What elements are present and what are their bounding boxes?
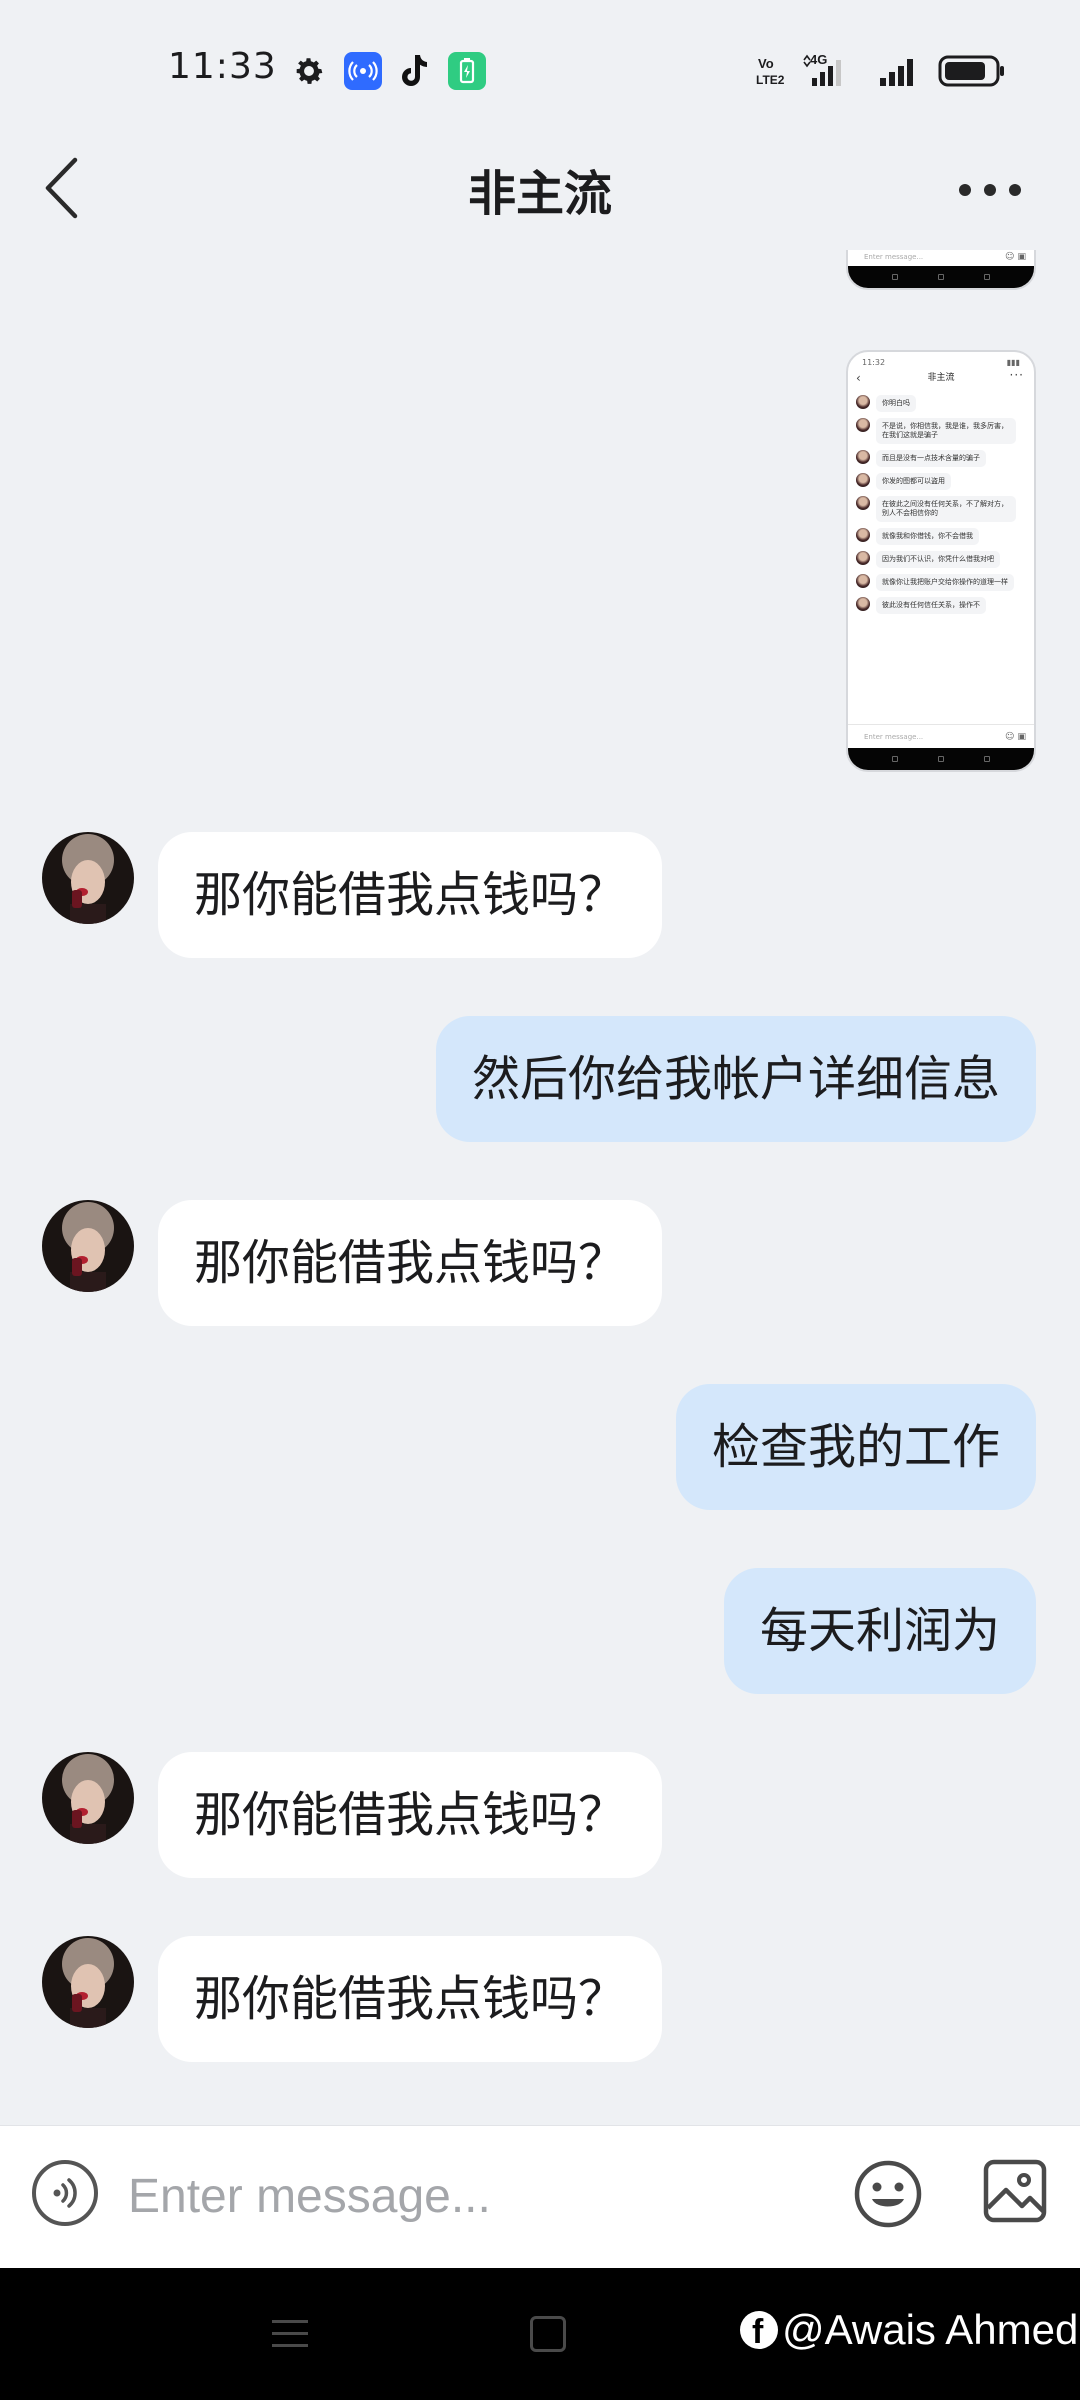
emoji-button[interactable] bbox=[852, 2158, 924, 2230]
mini-avatar bbox=[856, 418, 870, 432]
avatar[interactable] bbox=[42, 1752, 134, 1844]
mini-message: 就像我和你借钱，你不会借我 bbox=[856, 528, 1026, 545]
volte-icon: Vo LTE2 bbox=[756, 56, 785, 87]
voice-icon bbox=[53, 2178, 77, 2208]
watermark: f @Awais Ahmed bbox=[740, 2306, 1078, 2354]
mini-title: 非主流 bbox=[927, 373, 955, 383]
mini-message: 在彼此之间没有任何关系，不了解对方，别人不会相信你的 bbox=[856, 496, 1026, 522]
mini-emoji-icon: ☺ ▣ bbox=[1004, 251, 1026, 262]
svg-text:4G: 4G bbox=[810, 52, 827, 67]
mini-bubble: 彼此没有任何信任关系，操作不 bbox=[876, 597, 986, 614]
mini-message: 彼此没有任何信任关系，操作不 bbox=[856, 597, 1026, 614]
mini-input-bar: Enter message... ☺ ▣ bbox=[848, 724, 1034, 748]
home-button[interactable] bbox=[530, 2316, 566, 2352]
chat-title: 非主流 bbox=[467, 166, 612, 222]
mini-bubble: 在彼此之间没有任何关系，不了解对方，别人不会相信你的 bbox=[876, 496, 1016, 522]
more-dots-icon bbox=[959, 184, 1021, 196]
mini-avatar bbox=[856, 395, 870, 409]
mini-avatar bbox=[856, 551, 870, 565]
mini-bubble: 就像你让我把账户交给你操作的道理一样 bbox=[876, 574, 1014, 591]
chat-header: 非主流 bbox=[0, 140, 1080, 250]
mini-nav-bar bbox=[848, 748, 1034, 770]
incoming-message-bubble[interactable]: 那你能借我点钱吗？ bbox=[158, 1200, 663, 1326]
voice-button[interactable] bbox=[32, 2160, 98, 2226]
svg-text:LTE2: LTE2 bbox=[756, 73, 785, 87]
mini-avatar bbox=[856, 597, 870, 611]
mini-avatar bbox=[856, 574, 870, 588]
menu-icon[interactable] bbox=[270, 2314, 310, 2354]
message-input[interactable] bbox=[128, 2148, 808, 2244]
mini-bubble: 就像我和你借钱，你不会借我 bbox=[876, 528, 979, 545]
avatar-image bbox=[42, 1936, 134, 2028]
mini-back-icon: ‹ bbox=[856, 371, 861, 385]
mini-bubble: 你发的图都可以盗用 bbox=[876, 473, 951, 490]
outgoing-message-bubble[interactable]: 检查我的工作 bbox=[675, 1384, 1036, 1510]
mini-bubble: 不是说，你相信我，我是谁，我多厉害，在我们这就是骗子 bbox=[876, 418, 1016, 444]
avatar-image bbox=[42, 1752, 134, 1844]
mini-bubble: 你明白吗 bbox=[876, 395, 916, 412]
image-button[interactable] bbox=[982, 2158, 1048, 2224]
signal-4g-icon: 4G bbox=[803, 52, 841, 86]
message-list[interactable]: Enter message... ☺ ▣ 11:32 ▮▮▮ ‹ 非主流 ···… bbox=[0, 250, 1080, 2125]
mini-bubble: 而且是没有一点技术含量的骗子 bbox=[876, 450, 986, 467]
avatar[interactable] bbox=[42, 832, 134, 924]
incoming-message-bubble[interactable]: 那你能借我点钱吗？ bbox=[158, 832, 663, 958]
emoji-icon bbox=[854, 2160, 922, 2228]
mini-message: 不是说，你相信我，我是谁，我多厉害，在我们这就是骗子 bbox=[856, 418, 1026, 444]
more-button[interactable] bbox=[950, 160, 1030, 220]
mini-avatar bbox=[856, 450, 870, 464]
mini-more-icon: ··· bbox=[1009, 368, 1024, 382]
status-time: 11:33 bbox=[168, 46, 277, 87]
signal-icon bbox=[880, 59, 913, 86]
avatar[interactable] bbox=[42, 1936, 134, 2028]
mini-message: 你发的图都可以盗用 bbox=[856, 473, 1026, 490]
message-input-bar bbox=[0, 2125, 1080, 2268]
battery-icon bbox=[938, 55, 1004, 87]
mini-message: 因为我们不认识，你凭什么借我对吧 bbox=[856, 551, 1026, 568]
image-icon bbox=[983, 2159, 1047, 2223]
mini-message: 你明白吗 bbox=[856, 395, 1026, 412]
mini-input-placeholder: Enter message... bbox=[864, 252, 924, 261]
mini-avatar bbox=[856, 473, 870, 487]
tiktok-icon bbox=[402, 55, 427, 86]
gear-icon bbox=[296, 58, 323, 84]
mini-header: ‹ 非主流 ··· bbox=[848, 367, 1034, 389]
watermark-text: @Awais Ahmed bbox=[782, 2306, 1079, 2353]
battery-app-icon bbox=[448, 52, 486, 90]
outgoing-message-bubble[interactable]: 每天利润为 bbox=[723, 1568, 1036, 1694]
status-bar: 11:33 Vo LTE2 4G bbox=[0, 0, 1080, 140]
facebook-icon: f bbox=[740, 2311, 778, 2351]
mini-avatar bbox=[856, 496, 870, 510]
avatar[interactable] bbox=[42, 1200, 134, 1292]
mini-status-bar: 11:32 ▮▮▮ bbox=[848, 352, 1034, 367]
mini-message: 而且是没有一点技术含量的骗子 bbox=[856, 450, 1026, 467]
avatar-image bbox=[42, 1200, 134, 1292]
avatar-image bbox=[42, 832, 134, 924]
radio-icon bbox=[344, 52, 382, 90]
shared-screenshot-image[interactable]: Enter message... ☺ ▣ bbox=[846, 250, 1036, 290]
mini-message: 就像你让我把账户交给你操作的道理一样 bbox=[856, 574, 1026, 591]
mini-avatar bbox=[856, 528, 870, 542]
mini-nav-bar bbox=[848, 266, 1034, 288]
incoming-message-bubble[interactable]: 那你能借我点钱吗？ bbox=[158, 1752, 663, 1878]
outgoing-message-bubble[interactable]: 然后你给我帐户详细信息 bbox=[435, 1016, 1036, 1142]
incoming-message-bubble[interactable]: 那你能借我点钱吗？ bbox=[158, 1936, 663, 2062]
mini-input-placeholder: Enter message... bbox=[864, 732, 924, 741]
mini-time: 11:32 bbox=[862, 358, 886, 367]
system-nav-bar: f @Awais Ahmed bbox=[0, 2268, 1080, 2400]
mini-bubble: 因为我们不认识，你凭什么借我对吧 bbox=[876, 551, 1000, 568]
shared-screenshot-image[interactable]: 11:32 ▮▮▮ ‹ 非主流 ··· 你明白吗 不是说，你相信我，我是谁，我多… bbox=[846, 350, 1036, 772]
svg-text:Vo: Vo bbox=[758, 56, 774, 71]
mini-emoji-icon: ☺ ▣ bbox=[1004, 731, 1026, 742]
